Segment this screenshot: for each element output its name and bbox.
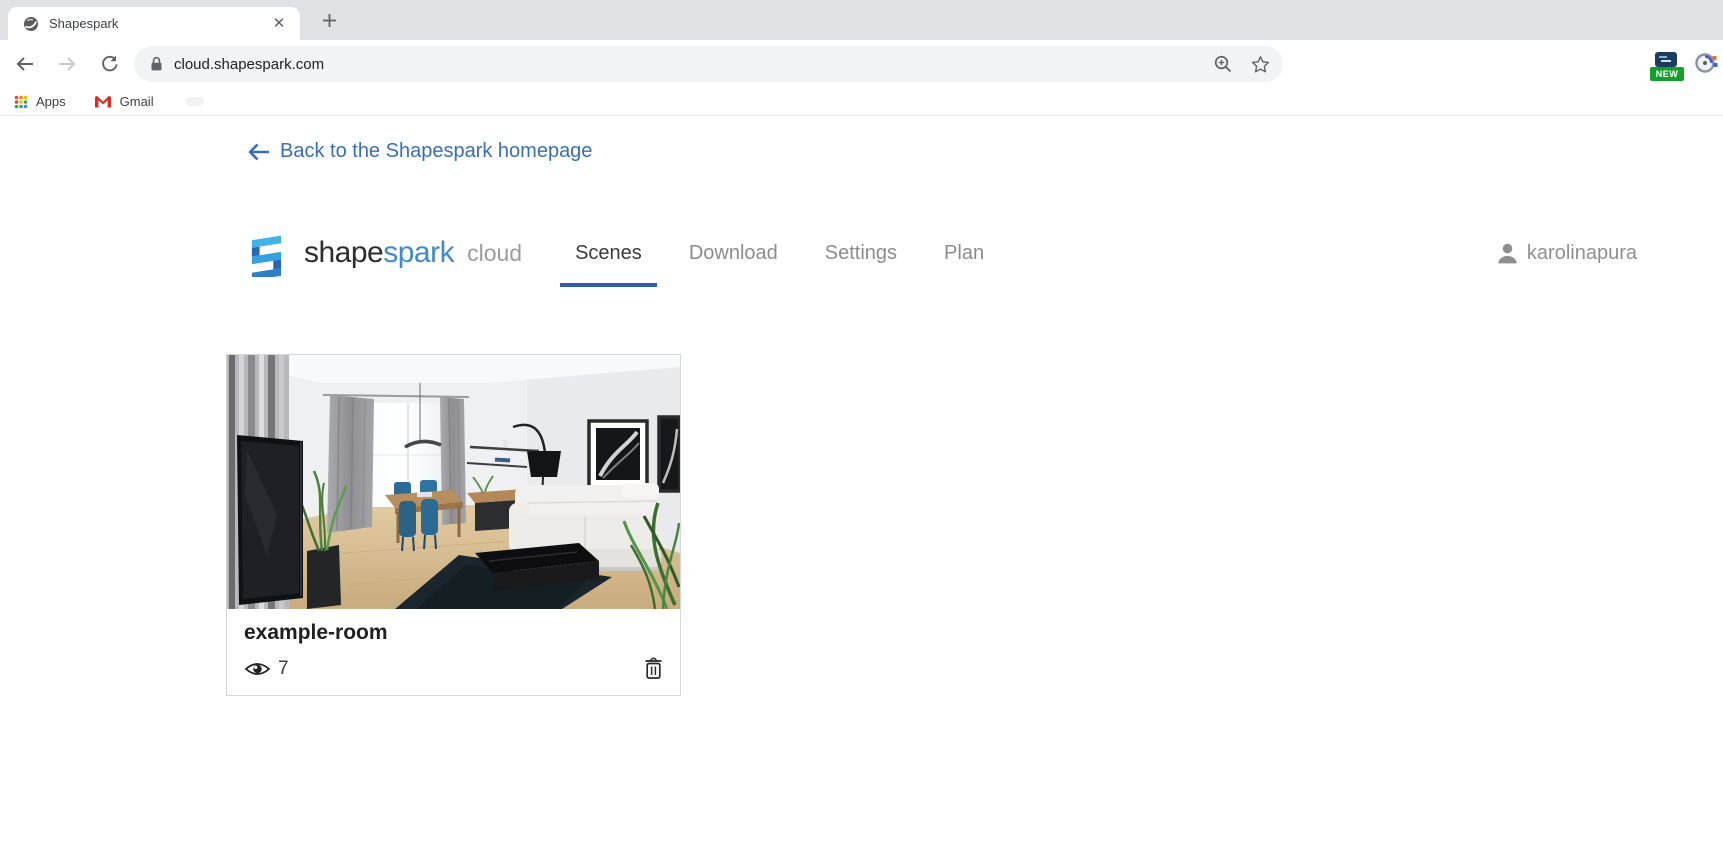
shapespark-logo[interactable]: shapespark cloud bbox=[245, 229, 522, 277]
bookmark-star-icon[interactable] bbox=[1250, 54, 1271, 75]
tab-title: Shapespark bbox=[49, 16, 270, 31]
back-arrow-icon bbox=[247, 143, 271, 161]
bookmark-gmail[interactable]: Gmail bbox=[94, 94, 154, 109]
username: karolinapura bbox=[1527, 242, 1637, 265]
trash-icon bbox=[644, 657, 663, 680]
zoom-page-icon[interactable] bbox=[1213, 54, 1234, 75]
tab-scenes-label: Scenes bbox=[575, 242, 642, 265]
tab-settings[interactable]: Settings bbox=[810, 219, 912, 287]
scene-title: example-room bbox=[244, 621, 663, 645]
tab-scenes[interactable]: Scenes bbox=[560, 219, 657, 287]
bookmark-gmail-label: Gmail bbox=[120, 94, 154, 109]
extension-icon[interactable] bbox=[1655, 52, 1677, 67]
main-nav: Scenes Download Settings Plan bbox=[560, 219, 1016, 287]
scene-thumbnail[interactable] bbox=[227, 355, 680, 609]
reload-icon[interactable] bbox=[92, 47, 126, 81]
eye-icon bbox=[244, 660, 271, 678]
gmail-icon bbox=[94, 95, 112, 108]
browser-tab-strip: Shapespark ✕ bbox=[0, 0, 1723, 40]
tab-plan[interactable]: Plan bbox=[929, 219, 999, 287]
tab-settings-label: Settings bbox=[825, 242, 897, 265]
faded-bookmark[interactable] bbox=[186, 97, 204, 106]
logo-part-spark: spark bbox=[383, 236, 454, 269]
extension-clock-icon[interactable] bbox=[1694, 51, 1718, 75]
bookmark-apps[interactable]: Apps bbox=[14, 94, 66, 109]
back-link-label: Back to the Shapespark homepage bbox=[280, 140, 592, 163]
browser-toolbar: cloud.shapespark.com bbox=[0, 40, 1723, 88]
logo-cloud-suffix: cloud bbox=[467, 240, 522, 267]
back-to-homepage-link[interactable]: Back to the Shapespark homepage bbox=[247, 140, 592, 163]
scene-card[interactable]: example-room 7 bbox=[226, 354, 681, 696]
scene-stats: 7 bbox=[244, 657, 663, 680]
tab-plan-label: Plan bbox=[944, 242, 984, 265]
logo-wordmark: shapespark bbox=[304, 236, 454, 270]
back-icon[interactable] bbox=[8, 47, 42, 81]
bookmark-apps-label: Apps bbox=[36, 94, 66, 109]
lock-icon[interactable] bbox=[150, 56, 163, 72]
url-text[interactable]: cloud.shapespark.com bbox=[174, 56, 1197, 73]
tab-download[interactable]: Download bbox=[674, 219, 793, 287]
views-count: 7 bbox=[278, 658, 289, 680]
apps-grid-icon bbox=[14, 95, 28, 109]
screen: Shapespark ✕ cloud.shapespark.com bbox=[0, 0, 1723, 849]
scene-card-info: example-room 7 bbox=[227, 609, 680, 695]
tab-download-label: Download bbox=[689, 242, 778, 265]
person-icon bbox=[1496, 242, 1519, 265]
globe-favicon-icon bbox=[23, 16, 39, 32]
address-bar[interactable]: cloud.shapespark.com bbox=[134, 46, 1283, 82]
active-tab-indicator bbox=[560, 283, 657, 287]
logo-part-shape: shape bbox=[304, 236, 383, 269]
shapespark-logo-icon bbox=[245, 229, 293, 277]
bookmarks-bar: Apps Gmail bbox=[0, 88, 1723, 116]
user-menu[interactable]: karolinapura bbox=[1496, 242, 1637, 265]
new-tab-icon[interactable] bbox=[320, 11, 339, 30]
extension-new-badge: NEW bbox=[1650, 67, 1684, 81]
tab-close-icon[interactable]: ✕ bbox=[270, 15, 288, 33]
forward-icon[interactable] bbox=[50, 47, 84, 81]
site-header: shapespark cloud Scenes Download Setting… bbox=[245, 219, 1637, 287]
delete-scene-button[interactable] bbox=[644, 657, 663, 680]
browser-tab[interactable]: Shapespark ✕ bbox=[8, 7, 300, 40]
